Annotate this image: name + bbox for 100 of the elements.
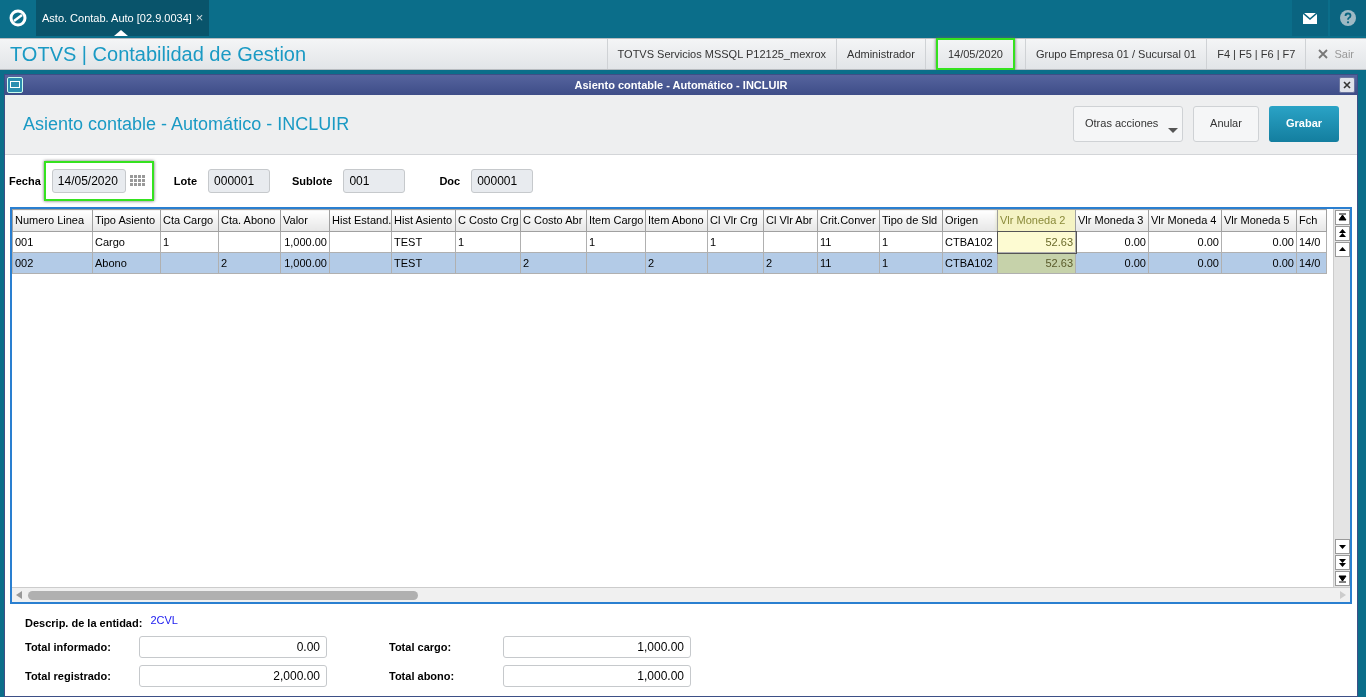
table-cell: 1 xyxy=(707,231,764,253)
column-header[interactable]: Cta Cargo xyxy=(160,209,219,232)
column-header[interactable]: Cta. Abono xyxy=(218,209,281,232)
table-cell: 1 xyxy=(455,231,521,253)
table-cell xyxy=(329,252,392,274)
column-header[interactable]: Item Cargo xyxy=(586,209,646,232)
table-cell: 0.00 xyxy=(1148,252,1222,274)
table-row[interactable]: 001 Cargo 1 1,000.00 TEST 1 1 1 11 1 CTBA102 52.63 0.00 0.00 0.00 14/0 xyxy=(12,231,1327,253)
column-header[interactable]: Hist Estand. xyxy=(329,209,392,232)
window-icon xyxy=(7,77,23,93)
column-header[interactable]: Valor xyxy=(280,209,330,232)
table-cell: 0.00 xyxy=(1221,252,1297,274)
table-cell: 11 xyxy=(817,231,880,253)
table-cell xyxy=(645,231,708,253)
table-cell: 001 xyxy=(12,231,93,253)
table-cell: 1 xyxy=(879,252,943,274)
table-cell: Abono xyxy=(92,252,161,274)
dialog-heading: Asiento contable - Automático - INCLUIR xyxy=(23,113,351,136)
scroll-page-down-icon[interactable] xyxy=(1334,555,1350,570)
table-cell: 2 xyxy=(645,252,708,274)
table-cell: 002 xyxy=(12,252,93,274)
total-label: Total abono: xyxy=(389,668,456,684)
table-cell xyxy=(763,231,818,253)
table-cell: 0.00 xyxy=(1148,231,1222,253)
cancel-button[interactable]: Anular xyxy=(1193,105,1259,142)
table-cell: 0.00 xyxy=(1075,252,1149,274)
column-header[interactable]: Tipo Asiento xyxy=(92,209,161,232)
vertical-scrollbar[interactable] xyxy=(1333,209,1350,587)
input-field[interactable]: 14/05/2020 xyxy=(51,169,126,193)
table-cell: 0.00 xyxy=(1075,231,1149,253)
app-title: TOTVS | Contabilidad de Gestion xyxy=(9,42,308,67)
input-field[interactable]: 001 xyxy=(343,169,406,193)
table-cell: 0.00 xyxy=(1221,231,1297,253)
close-icon[interactable]: × xyxy=(195,8,204,28)
scroll-top-icon[interactable] xyxy=(1334,210,1350,225)
total-field[interactable]: 0.00 xyxy=(139,636,327,658)
column-header[interactable]: Vlr Moneda 3 xyxy=(1075,209,1149,232)
field-label: Sublote xyxy=(292,173,333,189)
table-cell xyxy=(707,252,764,274)
app-tab[interactable]: Asto. Contab. Auto [02.9.0034] × xyxy=(36,0,210,36)
column-header[interactable]: Item Abono xyxy=(645,209,708,232)
column-header[interactable]: Numero Linea xyxy=(12,209,93,232)
more-actions-button[interactable]: Otras acciones xyxy=(1073,105,1183,142)
table-cell xyxy=(520,231,587,253)
table-cell: 2 xyxy=(763,252,818,274)
close-icon[interactable] xyxy=(1343,81,1351,89)
column-header[interactable]: Fch xyxy=(1296,209,1327,232)
column-header[interactable]: C Costo Abr xyxy=(520,209,587,232)
scroll-down-icon[interactable] xyxy=(1334,539,1350,554)
table-cell: 2 xyxy=(218,252,281,274)
help-icon[interactable] xyxy=(1330,0,1366,36)
total-field[interactable]: 1,000.00 xyxy=(503,665,691,687)
table-cell: 1 xyxy=(160,231,219,253)
table-cell xyxy=(329,231,392,253)
column-header[interactable]: Origen xyxy=(942,209,998,232)
entity-value: 2CVL xyxy=(150,613,178,628)
column-header[interactable]: Cl Vlr Abr xyxy=(763,209,818,232)
save-button[interactable]: Grabar xyxy=(1269,105,1339,142)
scroll-page-up-icon[interactable] xyxy=(1334,226,1350,241)
total-label: Total cargo: xyxy=(389,639,453,655)
header-info: Grupo Empresa 01 / Sucursal 01 xyxy=(1035,46,1197,62)
horizontal-scrollbar[interactable] xyxy=(12,587,1350,602)
table-cell: 14/0 xyxy=(1296,231,1327,253)
table-cell: 14/0 xyxy=(1296,252,1327,274)
table-cell: 1,000.00 xyxy=(280,231,330,253)
table-cell: 1,000.00 xyxy=(280,252,330,274)
table-cell: 1 xyxy=(879,231,943,253)
field-label: Fecha xyxy=(9,173,41,189)
mail-icon[interactable] xyxy=(1292,0,1328,36)
input-field[interactable]: 000001 xyxy=(208,169,271,193)
column-header[interactable]: Cl Vlr Crg xyxy=(707,209,764,232)
table-cell xyxy=(455,252,521,274)
calendar-icon[interactable] xyxy=(129,175,146,187)
total-field[interactable]: 1,000.00 xyxy=(503,636,691,658)
table-cell: 1 xyxy=(586,231,646,253)
header-info: F4 | F5 | F6 | F7 xyxy=(1217,46,1296,62)
table-cell: TEST xyxy=(391,252,456,274)
total-label: Total registrado: xyxy=(25,668,112,684)
scroll-bottom-icon[interactable] xyxy=(1334,571,1350,586)
table-cell: 11 xyxy=(817,252,880,274)
column-header[interactable]: Tipo de Sld xyxy=(879,209,943,232)
header-info: TOTVS Servicios MSSQL P12125_mexrox xyxy=(617,46,827,62)
table-cell: 52.63 xyxy=(997,231,1076,253)
scroll-thumb[interactable] xyxy=(28,590,418,600)
column-header[interactable]: Hist Asiento xyxy=(391,209,456,232)
column-header[interactable]: Vlr Moneda 5 xyxy=(1221,209,1297,232)
input-field[interactable]: 000001 xyxy=(471,169,534,193)
table-row[interactable]: 002 Abono 2 1,000.00 TEST 2 2 2 11 1 CTBA102 52.63 0.00 0.00 0.00 14/0 xyxy=(12,252,1327,274)
field-label: Lote xyxy=(173,173,198,189)
header-info: 14/05/2020 xyxy=(935,37,1015,71)
total-field[interactable]: 2,000.00 xyxy=(139,665,327,687)
scroll-up-icon[interactable] xyxy=(1334,242,1350,257)
column-header[interactable]: Crit.Conver xyxy=(817,209,880,232)
caret-icon xyxy=(1168,127,1178,133)
close-button[interactable] xyxy=(1339,77,1355,93)
table-cell: TEST xyxy=(391,231,456,253)
entity-label: Descrip. de la entidad: xyxy=(25,616,143,631)
table-cell: Cargo xyxy=(92,231,161,253)
column-header[interactable]: Vlr Moneda 4 xyxy=(1148,209,1222,232)
column-header[interactable]: C Costo Crg xyxy=(455,209,521,232)
